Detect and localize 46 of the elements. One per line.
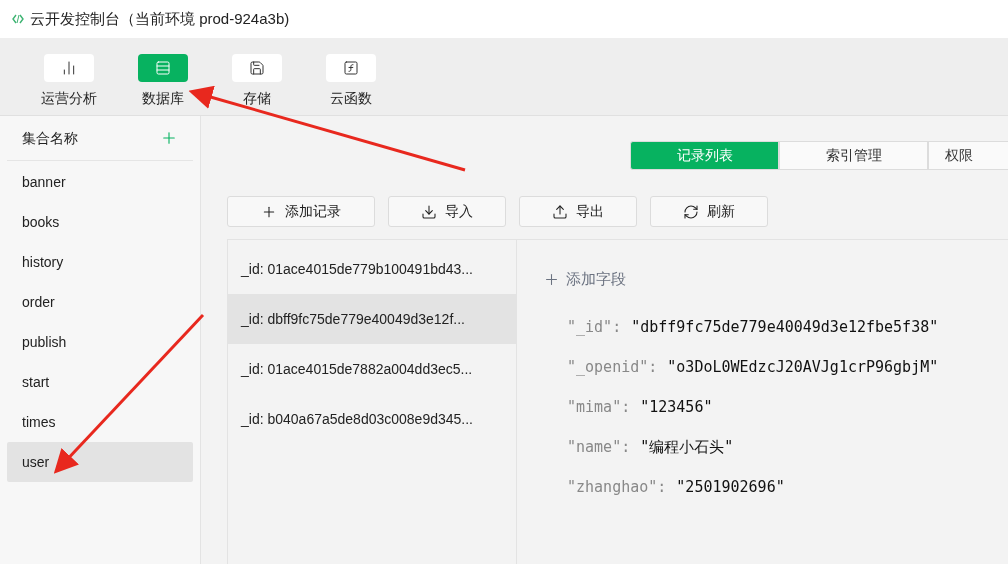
toolbar-label: 数据库 — [142, 89, 184, 108]
code-icon — [12, 14, 24, 24]
field-key: "mima": — [567, 396, 631, 419]
window-title: 云开发控制台（当前环境 prod-924a3b) — [30, 8, 290, 29]
field-value: "2501902696" — [676, 477, 785, 499]
upload-icon — [552, 203, 568, 220]
database-icon — [155, 60, 171, 76]
field-value: "dbff9fc75de779e40049d3e12fbe5f38" — [631, 317, 939, 339]
collection-item[interactable]: times — [7, 402, 193, 442]
action-button[interactable]: 添加记录 — [227, 196, 375, 227]
toolbar-button[interactable] — [326, 54, 376, 82]
tab[interactable]: 索引管理 — [779, 141, 928, 170]
field-value: "o3DoL0WEdzcJ20AVJg1crP96gbjM" — [667, 357, 939, 379]
collection-item[interactable]: order — [7, 282, 193, 322]
collection-item[interactable]: publish — [7, 322, 193, 362]
field-key: "_openid": — [567, 356, 658, 379]
record-item[interactable]: _id: 01ace4015de7882a004dd3ec5... — [228, 344, 516, 394]
toolbar-button[interactable] — [44, 54, 94, 82]
record-item[interactable]: _id: 01ace4015de779b100491bd43... — [228, 244, 516, 294]
add-field-button[interactable]: 添加字段 — [543, 268, 626, 291]
collection-item[interactable]: start — [7, 362, 193, 402]
action-button[interactable]: 刷新 — [650, 196, 768, 227]
toolbar-button[interactable] — [232, 54, 282, 82]
record-item[interactable]: _id: dbff9fc75de779e40049d3e12f... — [228, 294, 516, 344]
download-icon — [421, 203, 437, 220]
collection-item[interactable]: history — [7, 242, 193, 282]
field-value: "123456" — [640, 397, 713, 419]
toolbar-label: 存储 — [243, 89, 271, 108]
collection-heading: 集合名称 — [22, 128, 78, 148]
field-key: "zhanghao": — [567, 476, 667, 499]
action-button[interactable]: 导出 — [519, 196, 637, 227]
collection-item[interactable]: books — [7, 202, 193, 242]
record-item[interactable]: _id: b040a67a5de8d03c008e9d345... — [228, 394, 516, 444]
field-value: "编程小石头" — [640, 437, 734, 459]
bar-chart-icon — [61, 60, 77, 76]
toolbar-label: 运营分析 — [41, 89, 97, 108]
toolbar-label: 云函数 — [330, 89, 372, 108]
function-icon — [343, 60, 359, 76]
tab[interactable]: 权限 — [928, 141, 1008, 170]
collection-item[interactable]: user — [7, 442, 193, 482]
action-button[interactable]: 导入 — [388, 196, 506, 227]
add-collection-button[interactable] — [160, 129, 178, 147]
field-key: "_id": — [567, 316, 622, 339]
field-key: "name": — [567, 436, 631, 459]
collection-item[interactable]: banner — [7, 162, 193, 202]
refresh-icon — [683, 203, 699, 220]
